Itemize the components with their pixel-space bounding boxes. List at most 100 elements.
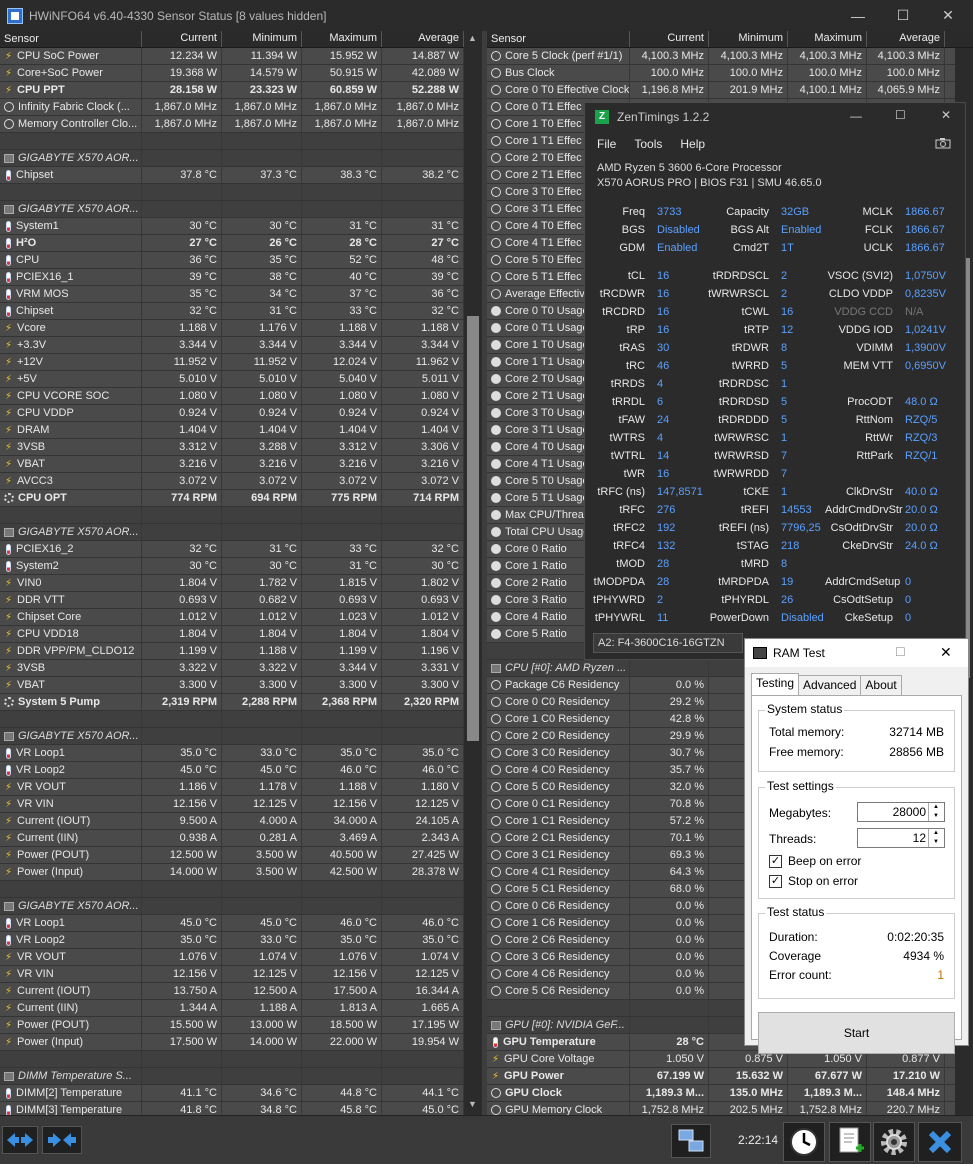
header-average-right[interactable]: Average xyxy=(867,31,945,47)
sensor-row[interactable]: ⚡ Chipset Core 1.012 V 1.012 V 1.023 V 1.012 … xyxy=(0,609,464,626)
zentimings-close-button[interactable]: ✕ xyxy=(941,108,951,122)
left-scrollbar[interactable]: ▲ ▼ xyxy=(464,31,482,1115)
clock-reset-icon[interactable] xyxy=(783,1122,825,1162)
sensor-row[interactable]: VR Loop2 35.0 °C 33.0 °C 35.0 °C 35.0 °C xyxy=(0,932,464,949)
sensor-row[interactable]: ⚡ Power (Input) 17.500 W 14.000 W 22.000 W 19… xyxy=(0,1034,464,1051)
sensor-row[interactable]: ⚡ Current (IOUT) 9.500 A 4.000 A 34.000 A 24.… xyxy=(0,813,464,830)
sensor-row[interactable]: ⚡ VR VOUT 1.186 V 1.178 V 1.188 V 1.180 V xyxy=(0,779,464,796)
sensor-row[interactable]: VR Loop1 45.0 °C 45.0 °C 46.0 °C 46.0 °C xyxy=(0,915,464,932)
header-current[interactable]: Current xyxy=(142,31,222,47)
sensor-row[interactable]: VR Loop2 45.0 °C 45.0 °C 46.0 °C 46.0 °C xyxy=(0,762,464,779)
sensor-row[interactable]: ⚡ CPU SoC Power 12.234 W 11.394 W 15.952 W 14… xyxy=(0,48,464,65)
sensor-row[interactable]: VR Loop1 35.0 °C 33.0 °C 35.0 °C 35.0 °C xyxy=(0,745,464,762)
sensor-row[interactable]: ⚡ +3.3V 3.344 V 3.344 V 3.344 V 3.344 V xyxy=(0,337,464,354)
sensor-row[interactable]: CPU 36 °C 35 °C 52 °C 48 °C xyxy=(0,252,464,269)
nav-left-right-icon[interactable] xyxy=(2,1126,38,1154)
sensor-row[interactable]: PCIEX16_1 39 °C 38 °C 40 °C 39 °C xyxy=(0,269,464,286)
sensor-row[interactable]: ⚡ +12V 11.952 V 11.952 V 12.024 V 11.962 V xyxy=(0,354,464,371)
sensor-row[interactable]: ⚡ 3VSB 3.312 V 3.288 V 3.312 V 3.306 V xyxy=(0,439,464,456)
sensor-row[interactable]: DIMM[3] Temperature 41.8 °C 34.8 °C 45.8 °C… xyxy=(0,1102,464,1115)
sensor-row[interactable]: ⚡ Current (IIN) 1.344 A 1.188 A 1.813 A 1.665… xyxy=(0,1000,464,1017)
header-current-right[interactable]: Current xyxy=(630,31,709,47)
sensor-row[interactable]: GPU Clock 1,189.3 M... 135.0 MHz 1,189.3 M.… xyxy=(487,1085,973,1102)
header-maximum[interactable]: Maximum xyxy=(302,31,382,47)
settings-gear-icon[interactable] xyxy=(873,1122,915,1162)
sensor-row[interactable]: ⚡ DDR VTT 0.693 V 0.682 V 0.693 V 0.693 V xyxy=(0,592,464,609)
header-average[interactable]: Average xyxy=(382,31,464,47)
start-button[interactable]: Start xyxy=(758,1012,955,1054)
dimm-select[interactable]: A2: F4-3600C16-16GTZN xyxy=(593,633,743,653)
sensor-row[interactable]: ⚡ 3VSB 3.322 V 3.322 V 3.344 V 3.331 V xyxy=(0,660,464,677)
stop-on-error-checkbox[interactable]: ✓ Stop on error xyxy=(769,874,858,888)
sensor-row[interactable]: ⚡ +5V 5.010 V 5.010 V 5.040 V 5.011 V xyxy=(0,371,464,388)
menu-file[interactable]: File xyxy=(597,137,616,151)
sensor-row[interactable]: ⚡ Power (POUT) 15.500 W 13.000 W 18.500 W 17.… xyxy=(0,1017,464,1034)
sensor-row[interactable]: ⚡ GPU Power 67.199 W 15.632 W 67.677 W 17.210… xyxy=(487,1068,973,1085)
sensor-row[interactable]: ⚡ CPU VDD18 1.804 V 1.804 V 1.804 V 1.804 V xyxy=(0,626,464,643)
zentimings-minimize-button[interactable]: — xyxy=(850,109,862,123)
network-icon[interactable] xyxy=(671,1124,711,1158)
minimize-button[interactable]: — xyxy=(835,0,881,31)
sensor-row[interactable]: CPU OPT 774 RPM 694 RPM 775 RPM 714 RPM xyxy=(0,490,464,507)
sensor-row[interactable]: System2 30 °C 30 °C 31 °C 30 °C xyxy=(0,558,464,575)
tab-about[interactable]: About xyxy=(860,675,902,695)
sensor-row[interactable]: Bus Clock 100.0 MHz 100.0 MHz 100.0 MHz 100.… xyxy=(487,65,973,82)
ramtest-maximize-button[interactable]: ☐ xyxy=(895,645,906,659)
tab-testing[interactable]: Testing xyxy=(751,673,800,695)
sensor-group-header[interactable]: DIMM Temperature S... xyxy=(0,1068,464,1085)
menu-tools[interactable]: Tools xyxy=(634,137,662,151)
sensor-row[interactable]: DIMM[2] Temperature 41.1 °C 34.6 °C 44.8 °C… xyxy=(0,1085,464,1102)
sensor-row[interactable]: ⚡ Vcore 1.188 V 1.176 V 1.188 V 1.188 V xyxy=(0,320,464,337)
sensor-row[interactable]: ⚡ DRAM 1.404 V 1.404 V 1.404 V 1.404 V xyxy=(0,422,464,439)
sensor-row[interactable]: ⚡ CPU VDDP 0.924 V 0.924 V 0.924 V 0.924 V xyxy=(0,405,464,422)
sensor-row[interactable]: Infinity Fabric Clock (... 1,867.0 MHz 1,8… xyxy=(0,99,464,116)
nav-collapse-icon[interactable] xyxy=(42,1126,82,1154)
sensor-group-header[interactable]: GIGABYTE X570 AOR... xyxy=(0,524,464,541)
sensor-row[interactable]: ⚡ VR VIN 12.156 V 12.125 V 12.156 V 12.125 V xyxy=(0,796,464,813)
menu-help[interactable]: Help xyxy=(680,137,705,151)
sensor-row[interactable]: ⚡ DDR VPP/PM_CLDO12 1.199 V 1.188 V 1.199 V1… xyxy=(0,643,464,660)
sensor-row[interactable]: System1 30 °C 30 °C 31 °C 31 °C xyxy=(0,218,464,235)
sensor-row[interactable]: ⚡ VR VIN 12.156 V 12.125 V 12.156 V 12.125 V xyxy=(0,966,464,983)
exit-x-icon[interactable] xyxy=(918,1122,962,1162)
sensor-row[interactable]: GPU Memory Clock 1,752.8 MHz 202.5 MHz 1,75… xyxy=(487,1102,973,1115)
sensor-row[interactable]: VRM MOS 35 °C 34 °C 37 °C 36 °C xyxy=(0,286,464,303)
sensor-group-header[interactable]: GIGABYTE X570 AOR... xyxy=(0,898,464,915)
ramtest-close-button[interactable]: ✕ xyxy=(940,644,952,661)
sensor-row[interactable]: Core 5 Clock (perf #1/1) 4,100.3 MHz 4,100… xyxy=(487,48,973,65)
sensor-row[interactable]: ⚡ Power (Input) 14.000 W 3.500 W 42.500 W 28.… xyxy=(0,864,464,881)
header-sensor-right[interactable]: Sensor xyxy=(487,31,630,47)
header-sensor[interactable]: Sensor xyxy=(0,31,142,47)
beep-on-error-checkbox[interactable]: ✓ Beep on error xyxy=(769,854,861,868)
sensor-row[interactable]: ⚡ Core+SoC Power 19.368 W 14.579 W 50.915 W4… xyxy=(0,65,464,82)
sensor-row[interactable]: ⚡ AVCC3 3.072 V 3.072 V 3.072 V 3.072 V xyxy=(0,473,464,490)
sensor-row[interactable]: ⚡ VR VOUT 1.076 V 1.074 V 1.076 V 1.074 V xyxy=(0,949,464,966)
tab-advanced[interactable]: Advanced xyxy=(798,675,862,695)
sensor-row[interactable]: ⚡ Current (IOUT) 13.750 A 12.500 A 17.500 A1… xyxy=(0,983,464,1000)
zentimings-maximize-button[interactable]: ☐ xyxy=(895,108,906,122)
sensor-row[interactable]: ⚡ VIN0 1.804 V 1.782 V 1.815 V 1.802 V xyxy=(0,575,464,592)
header-maximum-right[interactable]: Maximum xyxy=(788,31,867,47)
header-minimum[interactable]: Minimum xyxy=(222,31,302,47)
sensor-row[interactable]: PCIEX16_2 32 °C 31 °C 33 °C 32 °C xyxy=(0,541,464,558)
sensor-row[interactable]: ⚡ CPU PPT 28.158 W 23.323 W 60.859 W 52.288 W xyxy=(0,82,464,99)
sensor-row[interactable]: ⚡ Power (POUT) 12.500 W 3.500 W 40.500 W 27.4… xyxy=(0,847,464,864)
sensor-row[interactable]: Chipset 32 °C 31 °C 33 °C 32 °C xyxy=(0,303,464,320)
sensor-row[interactable]: ⚡ VBAT 3.216 V 3.216 V 3.216 V 3.216 V xyxy=(0,456,464,473)
megabytes-stepper[interactable]: 28000 xyxy=(857,802,945,822)
sensor-row[interactable]: Chipset 37.8 °C 37.3 °C 38.3 °C 38.2 °C xyxy=(0,167,464,184)
sensor-row[interactable]: System 5 Pump 2,319 RPM 2,288 RPM 2,368 RPM… xyxy=(0,694,464,711)
sensor-row[interactable]: Memory Controller Clo... 1,867.0 MHz 1,867… xyxy=(0,116,464,133)
header-minimum-right[interactable]: Minimum xyxy=(709,31,788,47)
sensor-group-header[interactable]: GIGABYTE X570 AOR... xyxy=(0,201,464,218)
sensor-row[interactable]: H²O 27 °C 26 °C 28 °C 27 °C xyxy=(0,235,464,252)
close-button[interactable]: ✕ xyxy=(925,0,971,31)
sensor-row[interactable]: Core 0 T0 Effective Clock 1,196.8 MHz 201.… xyxy=(487,82,973,99)
sensor-row[interactable]: ⚡ VBAT 3.300 V 3.300 V 3.300 V 3.300 V xyxy=(0,677,464,694)
sensor-row[interactable]: ⚡ Current (IIN) 0.938 A 0.281 A 3.469 A 2.343… xyxy=(0,830,464,847)
sensor-group-header[interactable]: GIGABYTE X570 AOR... xyxy=(0,150,464,167)
sensor-group-header[interactable]: GIGABYTE X570 AOR... xyxy=(0,728,464,745)
maximize-button[interactable]: ☐ xyxy=(880,0,926,31)
threads-stepper[interactable]: 12 xyxy=(857,828,945,848)
left-scrollbar-thumb[interactable] xyxy=(467,316,479,741)
